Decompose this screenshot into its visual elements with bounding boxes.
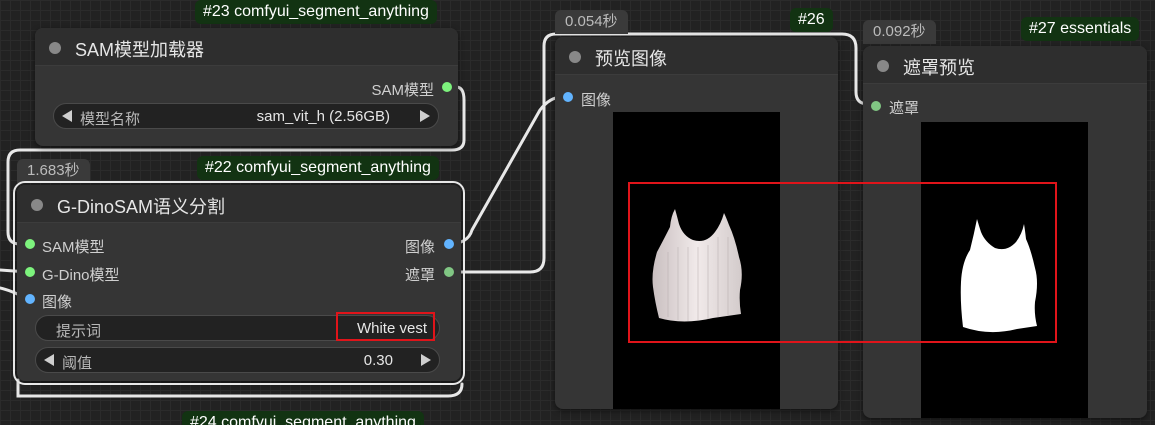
output-label-sam-model: SAM模型	[371, 82, 434, 99]
node-title-bar[interactable]: SAM模型加载器	[35, 28, 458, 66]
collapse-dot-icon[interactable]	[569, 51, 581, 63]
input-slot-gdino-model[interactable]	[25, 267, 35, 277]
collapse-dot-icon[interactable]	[877, 60, 889, 72]
output-slot-image[interactable]	[444, 239, 454, 249]
input-label-gdino-model: G-Dino模型	[42, 267, 120, 284]
exec-time-27: 0.092秒	[863, 20, 936, 44]
node-title-bar[interactable]: 遮罩预览	[863, 46, 1147, 84]
node-badge-27: #27 essentials	[1021, 17, 1140, 41]
node-sam-model-loader[interactable]: SAM模型加载器 SAM模型 模型名称 sam_vit_h (2.56GB)	[35, 28, 458, 146]
input-slot-image[interactable]	[563, 92, 573, 102]
node-gdino-sam-segment[interactable]: G-DinoSAM语义分割 SAM模型 G-Dino模型 图像 图像 遮罩 提示…	[13, 181, 465, 385]
input-slot-mask[interactable]	[871, 101, 881, 111]
node-badge-22: #22 comfyui_segment_anything	[197, 156, 439, 180]
input-slot-image[interactable]	[25, 294, 35, 304]
input-label-image: 图像	[581, 92, 612, 109]
node-title: 遮罩预览	[903, 58, 975, 78]
input-label-image: 图像	[42, 294, 73, 311]
combo-prev-icon[interactable]	[62, 110, 72, 122]
combo-next-icon[interactable]	[420, 110, 430, 122]
wire-image-to-preview	[446, 95, 564, 246]
collapse-dot-icon[interactable]	[49, 42, 61, 54]
input-label-mask: 遮罩	[889, 100, 920, 117]
output-slot-sam-model[interactable]	[442, 82, 452, 92]
output-label-mask: 遮罩	[404, 267, 435, 284]
prompt-highlight-box	[336, 312, 435, 341]
node-title: G-DinoSAM语义分割	[57, 197, 226, 217]
input-slot-sam-model[interactable]	[25, 239, 35, 249]
combo-label: 模型名称	[80, 111, 141, 128]
input-label-sam-model: SAM模型	[42, 239, 105, 256]
node-title-bar[interactable]: 预览图像	[555, 37, 838, 75]
node-title: SAM模型加载器	[75, 40, 205, 60]
threshold-value: 0.30	[363, 352, 393, 369]
collapse-dot-icon[interactable]	[31, 199, 43, 211]
node-badge-26: #26	[790, 8, 833, 32]
output-slot-mask[interactable]	[444, 267, 454, 277]
model-name-combo[interactable]: 模型名称 sam_vit_h (2.56GB)	[53, 103, 439, 129]
increment-icon[interactable]	[421, 354, 431, 366]
exec-time-22: 1.683秒	[17, 159, 90, 183]
prompt-label: 提示词	[56, 323, 102, 340]
node-title: 预览图像	[595, 49, 667, 69]
combo-value: sam_vit_h (2.56GB)	[256, 108, 390, 125]
wire-outer-loop	[16, 378, 464, 398]
exec-time-26: 0.054秒	[555, 10, 628, 34]
node-badge-24: #24 comfyui_segment_anything	[182, 411, 424, 425]
images-highlight-box	[628, 182, 1057, 343]
node-title-bar[interactable]: G-DinoSAM语义分割	[17, 185, 461, 223]
threshold-label: 阈值	[62, 355, 93, 372]
threshold-number-widget[interactable]: 阈值 0.30	[35, 347, 440, 373]
output-label-image: 图像	[404, 239, 435, 256]
node-badge-23: #23 comfyui_segment_anything	[195, 0, 437, 24]
decrement-icon[interactable]	[44, 354, 54, 366]
